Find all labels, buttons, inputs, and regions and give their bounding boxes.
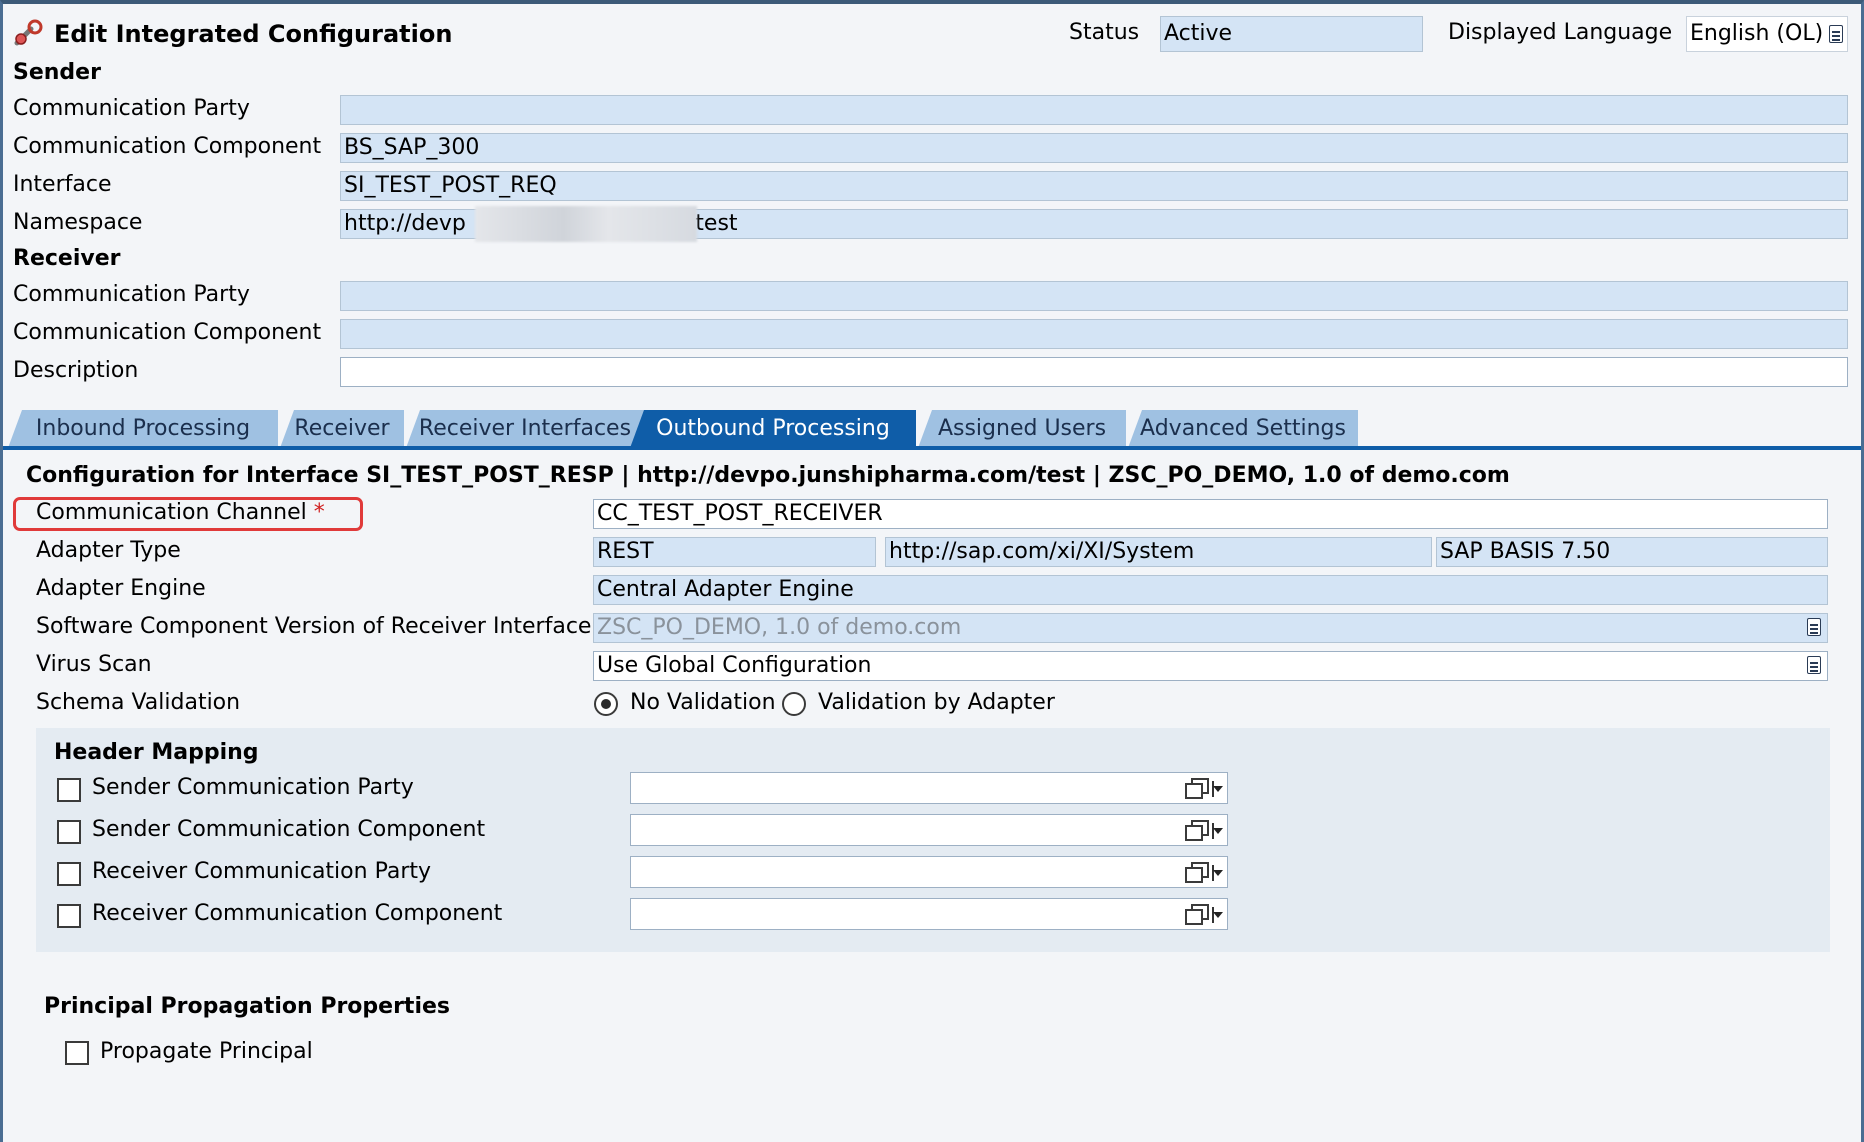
dropdown-list-icon[interactable] <box>1807 656 1821 674</box>
adapter-type-label: Adapter Type <box>36 538 181 563</box>
checkbox-propagate-principal[interactable] <box>65 1041 89 1065</box>
principal-propagation-title: Principal Propagation Properties <box>44 994 451 1019</box>
communication-channel-label-text: Communication Channel <box>36 500 307 525</box>
namespace-prefix: http://devp <box>344 211 466 236</box>
radio-validation-by-adapter-label[interactable]: Validation by Adapter <box>818 690 1055 715</box>
tab-underline <box>3 446 1861 450</box>
value-help-icon[interactable] <box>1185 778 1211 800</box>
header-mapping-panel: Header Mapping Sender Communication Part… <box>36 728 1830 952</box>
tab-advanced-settings[interactable]: Advanced Settings <box>1128 410 1360 448</box>
adapter-swc-field: SAP BASIS 7.50 <box>1436 537 1828 567</box>
header-mapping-label: Sender Communication Party <box>92 775 414 800</box>
receiver-party-label: Communication Party <box>13 282 250 307</box>
virus-scan-value: Use Global Configuration <box>597 653 872 678</box>
communication-channel-label: Communication Channel * <box>36 500 325 525</box>
language-label: Displayed Language <box>1448 20 1673 45</box>
header-mapping-input[interactable] <box>630 772 1228 804</box>
virus-scan-select[interactable]: Use Global Configuration <box>593 651 1828 681</box>
receiver-component-field[interactable] <box>340 319 1848 349</box>
dropdown-list-icon[interactable] <box>1807 618 1821 636</box>
tab-receiver[interactable]: Receiver <box>280 410 406 448</box>
status-value: Active <box>1164 21 1233 46</box>
value-help-icon[interactable] <box>1185 904 1211 926</box>
description-field[interactable] <box>340 357 1848 387</box>
receiver-component-label: Communication Component <box>13 320 322 345</box>
header-mapping-label: Receiver Communication Component <box>92 901 503 926</box>
language-select[interactable]: English (OL) <box>1686 16 1848 52</box>
interface-field[interactable]: SI_TEST_POST_REQ <box>340 171 1848 201</box>
header-mapping-label: Receiver Communication Party <box>92 859 432 884</box>
page-title: Edit Integrated Configuration <box>54 20 453 48</box>
adapter-namespace-field: http://sap.com/xi/XI/System <box>885 537 1432 567</box>
checkbox-receiver-party[interactable] <box>57 862 81 886</box>
propagate-principal-label: Propagate Principal <box>100 1039 313 1064</box>
header-mapping-input[interactable] <box>630 814 1228 846</box>
required-marker: * <box>313 500 325 525</box>
chevron-down-icon[interactable] <box>1213 912 1223 918</box>
status-field: Active <box>1160 16 1423 52</box>
header-mapping-input[interactable] <box>630 898 1228 930</box>
radio-validation-by-adapter[interactable] <box>782 692 806 716</box>
header-mapping-label: Sender Communication Component <box>92 817 486 842</box>
namespace-label: Namespace <box>13 210 143 235</box>
communication-channel-field[interactable]: CC_TEST_POST_RECEIVER <box>593 499 1828 529</box>
sender-component-label: Communication Component <box>13 134 322 159</box>
swcv-value: ZSC_PO_DEMO, 1.0 of demo.com <box>597 615 962 640</box>
adapter-engine-label: Adapter Engine <box>36 576 206 601</box>
chevron-down-icon[interactable] <box>1213 870 1223 876</box>
checkbox-sender-component[interactable] <box>57 820 81 844</box>
value-help-icon[interactable] <box>1185 862 1211 884</box>
header-mapping-input[interactable] <box>630 856 1228 888</box>
language-value: English (OL) <box>1690 21 1824 46</box>
sender-party-field[interactable] <box>340 95 1848 125</box>
status-label: Status <box>1069 20 1140 45</box>
swcv-label: Software Component Version of Receiver I… <box>36 614 592 639</box>
chevron-down-icon[interactable] <box>1213 786 1223 792</box>
adapter-type-field: REST <box>593 537 876 567</box>
dropdown-list-icon[interactable] <box>1829 25 1843 43</box>
tab-receiver-interfaces[interactable]: Receiver Interfaces <box>406 410 646 448</box>
receiver-section-title: Receiver <box>13 246 121 271</box>
swcv-field: ZSC_PO_DEMO, 1.0 of demo.com <box>593 613 1828 643</box>
value-help-icon[interactable] <box>1185 820 1211 842</box>
tab-outbound-processing[interactable]: Outbound Processing <box>630 410 918 448</box>
receiver-party-field[interactable] <box>340 281 1848 311</box>
checkbox-sender-party[interactable] <box>57 778 81 802</box>
chevron-down-icon[interactable] <box>1213 828 1223 834</box>
header-mapping-title: Header Mapping <box>54 740 259 765</box>
sender-section-title: Sender <box>13 60 101 85</box>
adapter-engine-field[interactable]: Central Adapter Engine <box>593 575 1828 605</box>
configuration-title: Configuration for Interface SI_TEST_POST… <box>26 463 1510 488</box>
redaction-block <box>475 206 697 242</box>
tab-assigned-users[interactable]: Assigned Users <box>918 410 1128 448</box>
sender-party-label: Communication Party <box>13 96 250 121</box>
interface-label: Interface <box>13 172 112 197</box>
sender-component-field[interactable]: BS_SAP_300 <box>340 133 1848 163</box>
virus-scan-label: Virus Scan <box>36 652 152 677</box>
schema-validation-label: Schema Validation <box>36 690 241 715</box>
radio-no-validation[interactable] <box>594 692 618 716</box>
config-icon <box>13 19 45 49</box>
tab-inbound-processing[interactable]: Inbound Processing <box>8 410 280 448</box>
description-label: Description <box>13 358 139 383</box>
checkbox-receiver-component[interactable] <box>57 904 81 928</box>
radio-no-validation-label[interactable]: No Validation <box>630 690 776 715</box>
